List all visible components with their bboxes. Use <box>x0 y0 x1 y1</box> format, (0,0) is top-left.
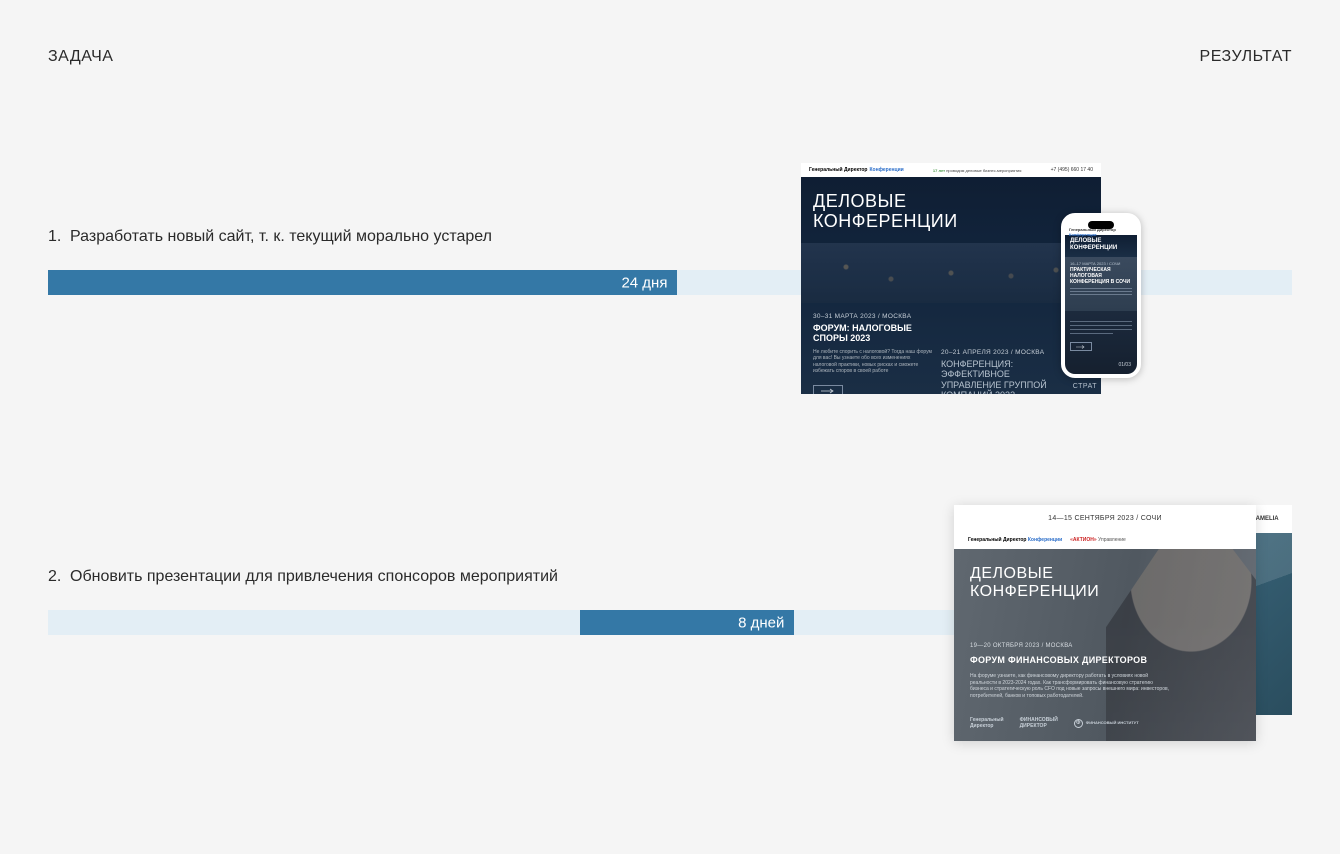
presentation-front-body: ДЕЛОВЫЕ КОНФЕРЕНЦИИ 19—20 ОКТЯБРЯ 2023 /… <box>954 549 1256 741</box>
hero-background <box>801 243 1101 303</box>
card1-title-l1: ФОРУМ: НАЛОГОВЫЕ <box>813 323 943 333</box>
card2-t3: УПРАВЛЕНИЕ ГРУППОЙ <box>941 380 1091 390</box>
pf-fl3-text: ФИНАНСОВЫЙ ИНСТИТУТ <box>1086 721 1139 725</box>
phone-hero: ДЕЛОВЫЕ КОНФЕРЕНЦИИ <box>1065 235 1137 257</box>
phone-brand-suffix: Конференции <box>1069 232 1096 237</box>
years-strong: 17 лет <box>933 168 945 173</box>
years-rest: проводим деловые бизнес-мероприятия <box>946 168 1021 173</box>
pf-title: ДЕЛОВЫЕ КОНФЕРЕНЦИИ <box>970 565 1240 601</box>
phone-mockup: Генеральный Директор Конференции ДЕЛОВЫЕ… <box>1061 213 1141 378</box>
phone-pagination: 01/03 <box>1118 362 1131 368</box>
pf-title-l2: КОНФЕРЕНЦИИ <box>970 583 1240 601</box>
pf-fl2b: ДИРЕКТОР <box>1020 724 1058 730</box>
pf-fl1b: Директор <box>970 724 1004 730</box>
phone-arrow-icon <box>1070 342 1092 351</box>
phone-card1-desc-lines <box>1070 288 1132 295</box>
hero-card-1: 30–31 МАРТА 2023 / МОСКВА ФОРУМ: НАЛОГОВ… <box>813 313 943 394</box>
phone-card-1: 16–17 МАРТА 2023 / СОЧИ ПРАКТИЧЕСКАЯ НАЛ… <box>1065 257 1137 311</box>
presentation-front: 14—15 СЕНТЯБРЯ 2023 / СОЧИ Генеральный Д… <box>954 505 1256 741</box>
phone-card2-lines <box>1070 321 1132 334</box>
presentation-front-date: 14—15 СЕНТЯБРЯ 2023 / СОЧИ <box>954 505 1256 531</box>
phone-notch-icon <box>1088 221 1114 229</box>
result-2-preview: 📍 SWISSÔTEL RESORT SOCHI KAMELIA 14—15 С… <box>954 505 1292 741</box>
task-2-duration: 8 дней <box>738 614 784 631</box>
hero-title-line2: КОНФЕРЕНЦИИ <box>813 211 958 231</box>
section-label-result: РЕЗУЛЬТАТ <box>1200 48 1292 66</box>
hero-title: ДЕЛОВЫЕ КОНФЕРЕНЦИИ <box>813 191 958 231</box>
card2-side-text: СТРАТ <box>1073 383 1097 390</box>
brand-main: Генеральный Директор <box>809 167 867 173</box>
phone-hero-l1: ДЕЛОВЫЕ <box>1070 238 1132 245</box>
pc1-t3: КОНФЕРЕНЦИЯ В СОЧИ <box>1070 280 1132 286</box>
section-label-task: ЗАДАЧА <box>48 48 113 66</box>
task-1-bar-fill: 24 дня <box>48 270 677 295</box>
task-2-number: 2. <box>48 568 62 586</box>
website-mockup: Генеральный Директор Конференции 17 лет … <box>801 163 1101 394</box>
task-1-text: Разработать новый сайт, т. к. текущий мо… <box>70 228 492 246</box>
pf-footer-logo-1: Генеральный Директор <box>970 718 1004 729</box>
card1-desc: Не любите спорить с налоговой? Тогда наш… <box>813 349 933 375</box>
phone-card-2: 01/03 <box>1065 311 1137 374</box>
hero-title-line1: ДЕЛОВЫЕ <box>813 191 958 211</box>
card2-t4: КОМПАНИЙ 2023 <box>941 390 1091 394</box>
phone-card1-date: 16–17 МАРТА 2023 / СОЧИ <box>1070 261 1132 266</box>
task-1-duration: 24 дня <box>621 274 667 291</box>
website-hero: ДЕЛОВЫЕ КОНФЕРЕНЦИИ 30–31 МАРТА 2023 / М… <box>801 177 1101 394</box>
pf-logo-main: Генеральный Директор <box>968 537 1026 543</box>
pf-logo-suffix: Конференции <box>1028 537 1062 543</box>
pf-event-desc: На форуме узнаете, как финансовому дирек… <box>970 673 1170 700</box>
phone-card1-title: ПРАКТИЧЕСКАЯ НАЛОГОВАЯ КОНФЕРЕНЦИЯ В СОЧ… <box>1070 268 1132 285</box>
pf-title-l1: ДЕЛОВЫЕ <box>970 565 1240 583</box>
website-header: Генеральный Директор Конференции 17 лет … <box>801 163 1101 177</box>
task-2-text: Обновить презентации для привлечения спо… <box>70 568 558 586</box>
card1-title-l2: СПОРЫ 2023 <box>813 333 943 343</box>
result-1-preview: Генеральный Директор Конференции 17 лет … <box>801 163 1141 394</box>
arrow-right-icon <box>813 385 843 394</box>
pf-footer-logos: Генеральный Директор ФИНАНСОВЫЙ ДИРЕКТОР… <box>970 718 1139 729</box>
pf-fl3-icon: Ф <box>1074 719 1083 728</box>
task-1-number: 1. <box>48 228 62 246</box>
brand-suffix: Конференции <box>869 167 903 173</box>
pf-footer-logo-2: ФИНАНСОВЫЙ ДИРЕКТОР <box>1020 718 1058 729</box>
pf-logo-gray: Управление <box>1098 537 1126 543</box>
pf-footer-logo-3: Ф ФИНАНСОВЫЙ ИНСТИТУТ <box>1074 718 1139 729</box>
presentation-logo-row: Генеральный Директор Конференции «АКТИОН… <box>954 531 1256 549</box>
pf-logo-red: «АКТИОН» <box>1070 537 1097 543</box>
task-2-bar-fill: 8 дней <box>580 610 794 635</box>
phone-hero-l2: КОНФЕРЕНЦИИ <box>1070 245 1132 252</box>
header-phone: +7 (495) 660 17 40 <box>1051 167 1093 173</box>
card1-date: 30–31 МАРТА 2023 / МОСКВА <box>813 313 943 320</box>
pf-event-title: ФОРУМ ФИНАНСОВЫХ ДИРЕКТОРОВ <box>970 655 1240 665</box>
card1-title: ФОРУМ: НАЛОГОВЫЕ СПОРЫ 2023 <box>813 323 943 344</box>
pf-event-date: 19—20 ОКТЯБРЯ 2023 / МОСКВА <box>970 643 1240 649</box>
